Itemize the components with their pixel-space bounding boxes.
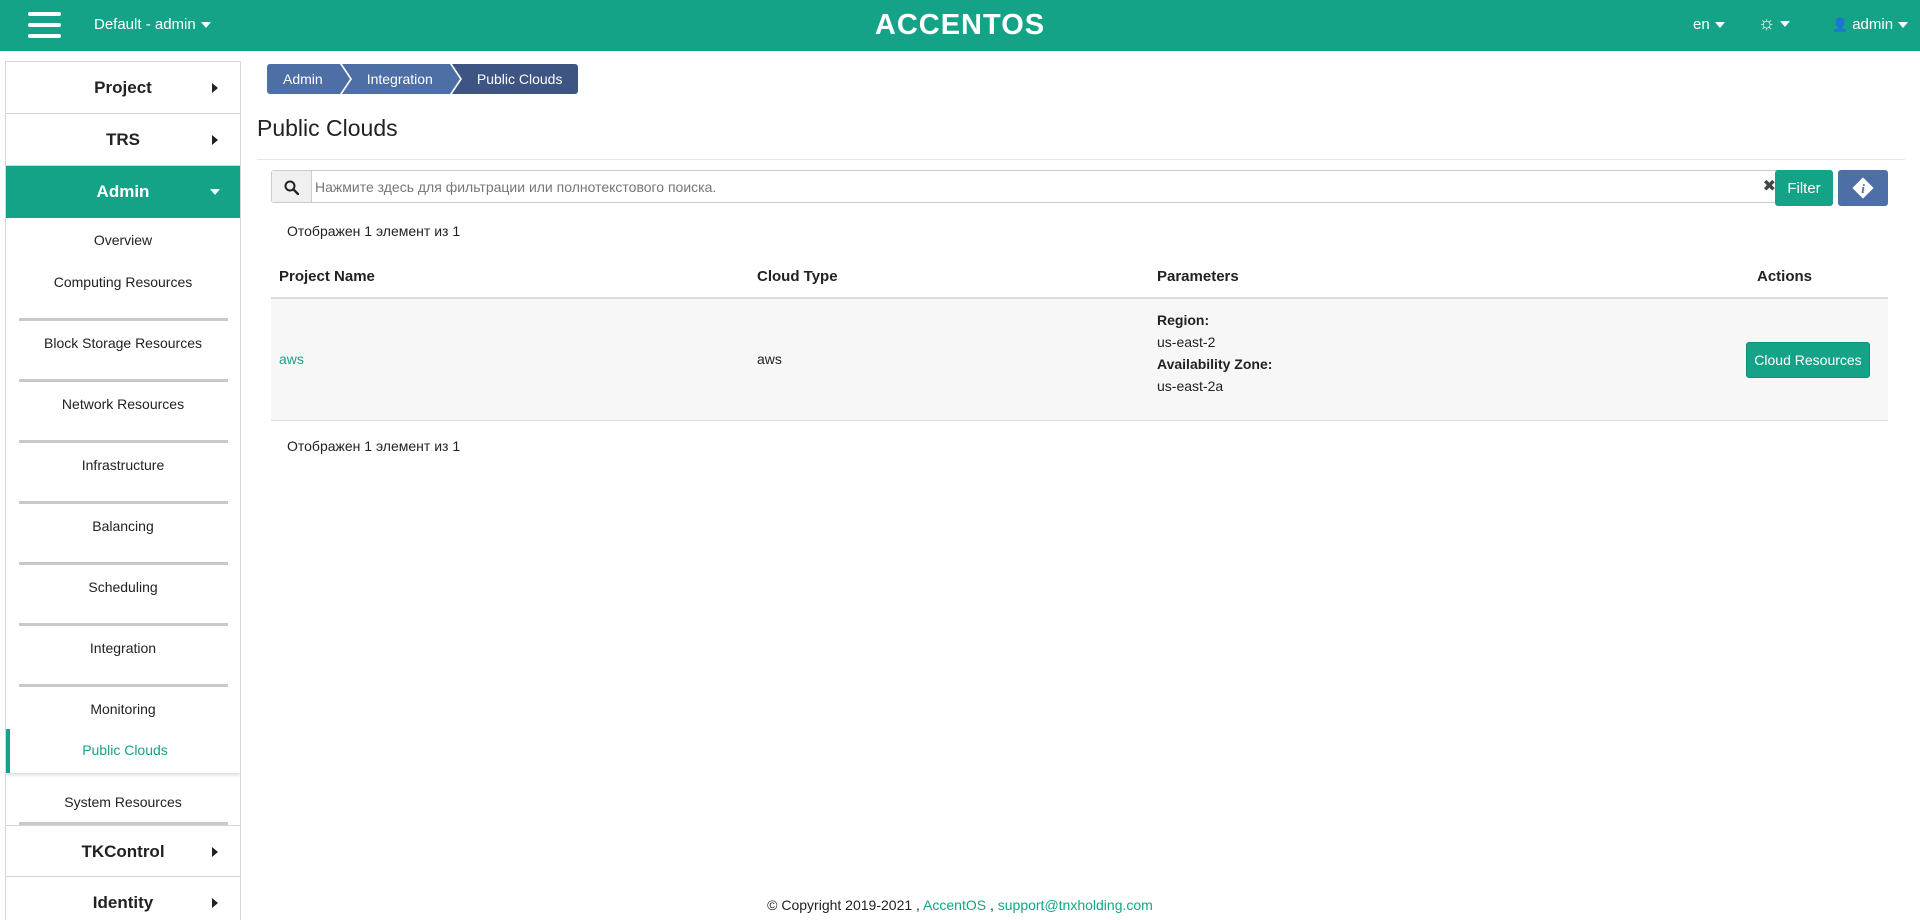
clear-icon[interactable]: ✖: [1763, 176, 1776, 196]
sidebar-item-network-resources[interactable]: Network Resources: [6, 382, 240, 443]
sidebar-item-public-clouds[interactable]: Public Clouds: [6, 729, 240, 773]
caret-right-icon: [212, 847, 218, 857]
project-selector[interactable]: Default - admin: [94, 16, 211, 33]
breadcrumb-item-public-clouds: Public Clouds: [451, 64, 579, 94]
chevron-down-icon: [1714, 22, 1725, 29]
accentos-link[interactable]: AccentOS: [923, 897, 986, 913]
project-selector-label: Default - admin: [94, 16, 196, 33]
region-value: us-east-2: [1157, 334, 1216, 350]
theme-menu[interactable]: ☼: [1758, 13, 1791, 35]
table-header: Project Name Cloud Type Parameters Actio…: [271, 258, 1888, 299]
region-label: Region:: [1157, 312, 1210, 328]
search-box: ✖: [271, 170, 1785, 203]
sidebar-item-block-storage-resources[interactable]: Block Storage Resources: [6, 321, 240, 382]
top-bar: Default - admin ACCENTOS en ☼ 👤 admin: [0, 0, 1920, 51]
search-icon: [272, 171, 312, 202]
copyright-text: © Copyright 2019-2021 ,: [767, 897, 920, 913]
menu-toggle-icon[interactable]: [28, 12, 61, 38]
availability-zone-value: us-east-2a: [1157, 378, 1224, 394]
sidebar-item-overview[interactable]: Overview: [6, 218, 240, 260]
project-name-link[interactable]: aws: [279, 351, 304, 367]
sidebar-section-label: Admin: [96, 182, 150, 201]
column-header-parameters: Parameters: [1157, 268, 1239, 285]
user-name: admin: [1852, 16, 1894, 33]
info-icon: i: [1852, 177, 1874, 199]
column-header-cloud-type: Cloud Type: [757, 268, 838, 285]
sidebar-item-integration[interactable]: Integration: [6, 626, 240, 687]
sidebar-section-label: Project: [94, 78, 152, 97]
sidebar-section-label: TRS: [106, 130, 140, 149]
sidebar-section-label: TKControl: [81, 842, 165, 861]
page-title: Public Clouds: [257, 115, 398, 141]
sidebar-item-system-resources[interactable]: System Resources: [6, 773, 240, 825]
table-count-top: Отображен 1 элемент из 1: [287, 223, 461, 239]
sidebar-item-scheduling[interactable]: Scheduling: [6, 565, 240, 626]
caret-right-icon: [212, 83, 218, 93]
svg-text:i: i: [1861, 181, 1865, 196]
availability-zone-label: Availability Zone:: [1157, 356, 1273, 372]
user-menu[interactable]: 👤 admin: [1832, 16, 1909, 33]
sidebar-section-admin[interactable]: Admin: [6, 166, 240, 218]
chevron-down-icon: [1780, 20, 1791, 27]
sidebar: Project TRS Admin Overview Computing Res…: [5, 61, 241, 920]
info-button[interactable]: i: [1838, 170, 1888, 206]
column-header-actions: Actions: [1757, 268, 1813, 285]
breadcrumb-item-admin[interactable]: Admin: [267, 64, 350, 94]
gear-icon: ☼: [1758, 13, 1776, 34]
sidebar-section-trs[interactable]: TRS: [6, 114, 240, 166]
table-row: aws aws Region: us-east-2 Availability Z…: [271, 299, 1888, 421]
sidebar-item-balancing[interactable]: Balancing: [6, 504, 240, 565]
breadcrumb: Admin Integration Public Clouds: [267, 64, 580, 94]
footer-separator: ,: [989, 897, 994, 913]
sidebar-item-monitoring[interactable]: Monitoring: [6, 687, 240, 729]
chevron-down-icon: [200, 22, 211, 29]
footer: © Copyright 2019-2021 , AccentOS , suppo…: [0, 897, 1920, 913]
caret-down-icon: [210, 189, 220, 195]
sidebar-item-computing-resources[interactable]: Computing Resources: [6, 260, 240, 321]
chevron-down-icon: [1898, 22, 1909, 29]
parameters-cell: Region: us-east-2 Availability Zone: us-…: [1157, 309, 1272, 397]
language-label: en: [1693, 16, 1710, 33]
table-count-bottom: Отображен 1 элемент из 1: [287, 438, 461, 454]
breadcrumb-item-integration[interactable]: Integration: [341, 64, 461, 94]
sidebar-item-infrastructure[interactable]: Infrastructure: [6, 443, 240, 504]
app-logo: ACCENTOS: [874, 9, 1046, 41]
sidebar-section-tkcontrol[interactable]: TKControl: [6, 825, 240, 877]
main-content: Admin Integration Public Clouds Public C…: [257, 51, 1907, 871]
public-clouds-table: Project Name Cloud Type Parameters Actio…: [271, 258, 1888, 421]
language-selector[interactable]: en: [1693, 16, 1725, 33]
user-icon: 👤: [1832, 17, 1849, 32]
support-email-link[interactable]: support@tnxholding.com: [998, 897, 1153, 913]
sidebar-section-project[interactable]: Project: [6, 62, 240, 114]
cloud-type-value: aws: [757, 351, 782, 367]
column-header-project-name: Project Name: [279, 268, 375, 285]
caret-right-icon: [212, 135, 218, 145]
filter-button[interactable]: Filter: [1775, 170, 1833, 206]
cloud-resources-button[interactable]: Cloud Resources: [1746, 342, 1870, 378]
search-input[interactable]: [315, 171, 1735, 202]
title-divider: [257, 159, 1905, 160]
